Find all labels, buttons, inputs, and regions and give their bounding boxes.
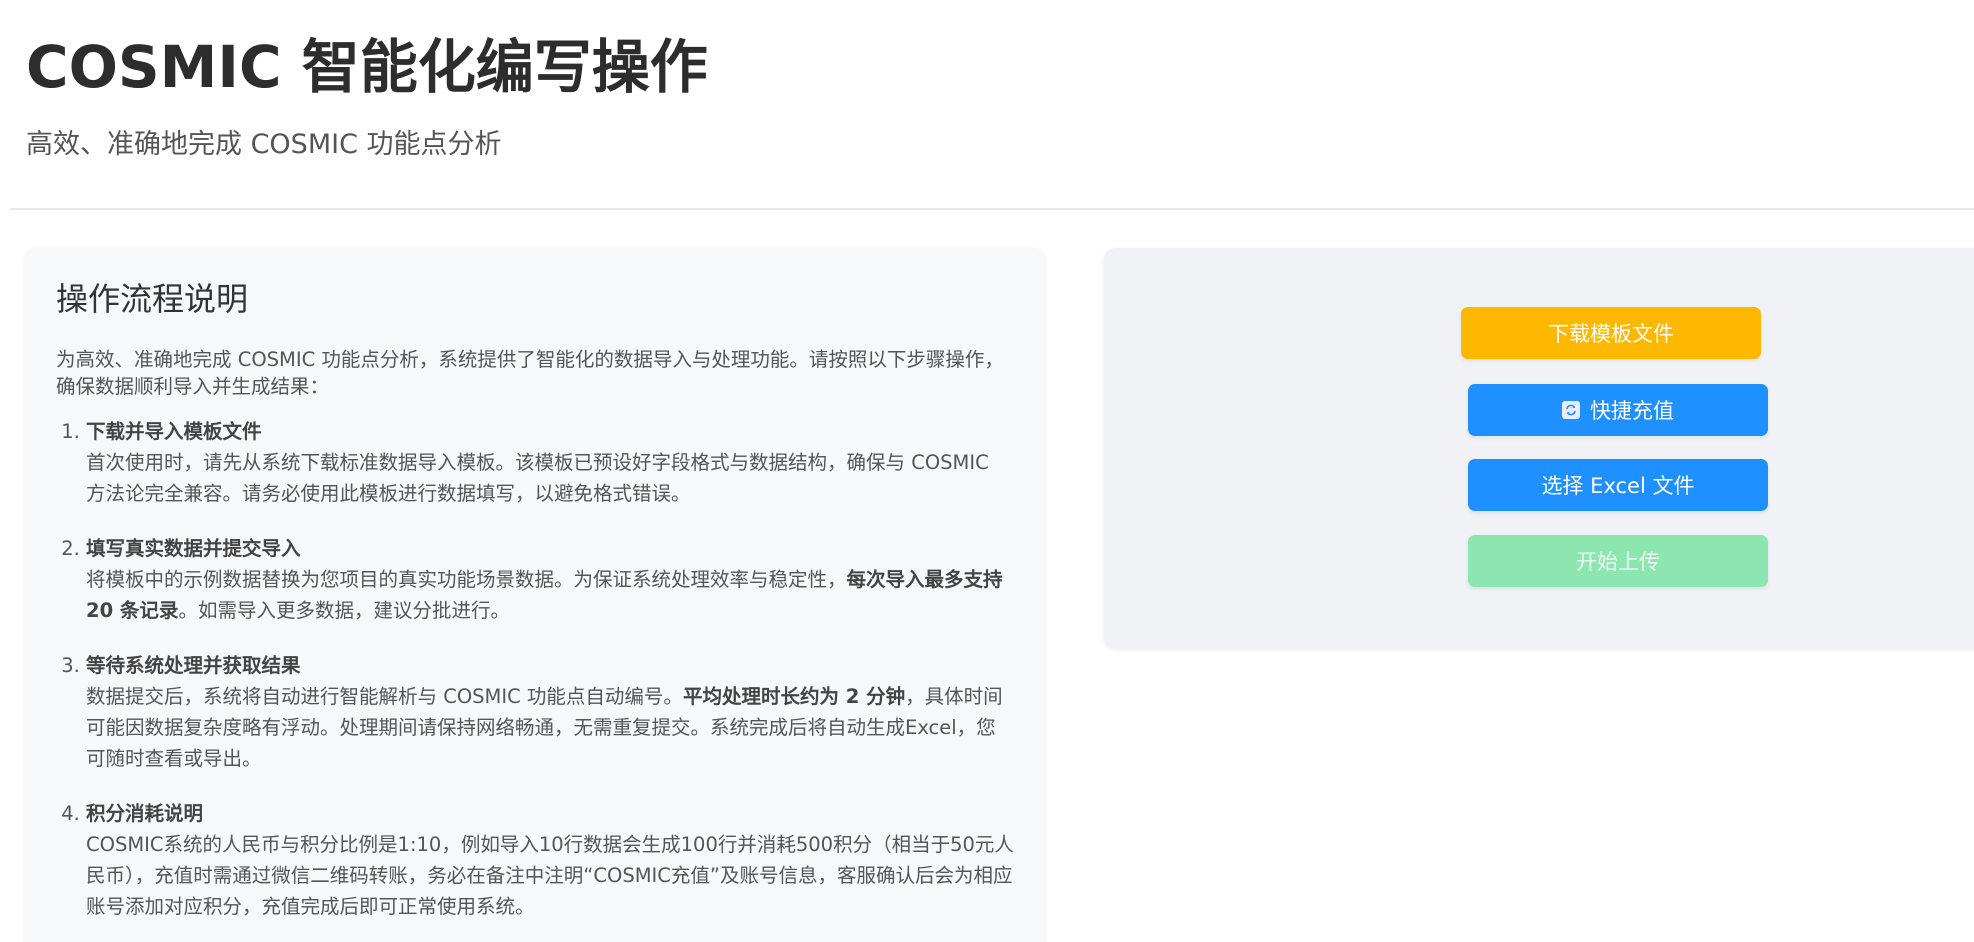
page-subtitle: 高效、准确地完成 COSMIC 功能点分析 [26,129,502,160]
download-template-button[interactable]: 下载模板文件 [1461,307,1761,359]
select-excel-button[interactable]: 选择 Excel 文件 [1468,459,1768,511]
step-text: 数据提交后，系统将自动进行智能解析与 COSMIC 功能点自动编号。 [86,685,683,708]
step-description: COSMIC系统的人民币与积分比例是1:10，例如导入10行数据会生成100行并… [86,833,1014,918]
step-item: 等待系统处理并获取结果 数据提交后，系统将自动进行智能解析与 COSMIC 功能… [86,650,1014,774]
step-description: 将模板中的示例数据替换为您项目的真实功能场景数据。为保证系统处理效率与稳定性，每… [86,564,1014,626]
guide-heading: 操作流程说明 [56,280,249,318]
page: COSMIC 智能化编写操作 高效、准确地完成 COSMIC 功能点分析 操作流… [0,0,1974,942]
step-title: 填写真实数据并提交导入 [86,537,301,560]
step-description: 首次使用时，请先从系统下载标准数据导入模板。该模板已预设好字段格式与数据结构，确… [86,451,989,505]
quick-recharge-label: 快捷充值 [1590,399,1674,423]
quick-recharge-button[interactable]: 快捷充值 [1468,384,1768,436]
step-description: 数据提交后，系统将自动进行智能解析与 COSMIC 功能点自动编号。平均处理时长… [86,681,1014,774]
guide-steps: 下载并导入模板文件 首次使用时，请先从系统下载标准数据导入模板。该模板已预设好字… [56,416,1014,922]
start-upload-button[interactable]: 开始上传 [1468,535,1768,587]
download-template-label: 下载模板文件 [1548,322,1674,346]
page-title: COSMIC 智能化编写操作 [26,33,708,101]
step-item: 填写真实数据并提交导入 将模板中的示例数据替换为您项目的真实功能场景数据。为保证… [86,533,1014,626]
step-item: 下载并导入模板文件 首次使用时，请先从系统下载标准数据导入模板。该模板已预设好字… [86,416,1014,509]
actions-panel: 下载模板文件 快捷充值 选择 Excel 文件 开始上传 [1104,248,1974,648]
step-title: 等待系统处理并获取结果 [86,654,301,677]
step-text: 。如需导入更多数据，建议分批进行。 [178,599,510,622]
step-item: 积分消耗说明 COSMIC系统的人民币与积分比例是1:10，例如导入10行数据会… [86,798,1014,922]
step-text: 将模板中的示例数据替换为您项目的真实功能场景数据。为保证系统处理效率与稳定性， [86,568,847,591]
step-emphasis: 平均处理时长约为 2 分钟 [682,685,906,708]
guide-card: 操作流程说明 为高效、准确地完成 COSMIC 功能点分析，系统提供了智能化的数… [24,248,1046,942]
step-title: 积分消耗说明 [86,802,204,825]
sync-icon [1562,401,1580,419]
start-upload-label: 开始上传 [1576,550,1660,574]
page-header: COSMIC 智能化编写操作 高效、准确地完成 COSMIC 功能点分析 [10,0,1974,210]
select-excel-label: 选择 Excel 文件 [1541,474,1695,498]
step-title: 下载并导入模板文件 [86,420,262,443]
guide-intro: 为高效、准确地完成 COSMIC 功能点分析，系统提供了智能化的数据导入与处理功… [56,348,1004,398]
